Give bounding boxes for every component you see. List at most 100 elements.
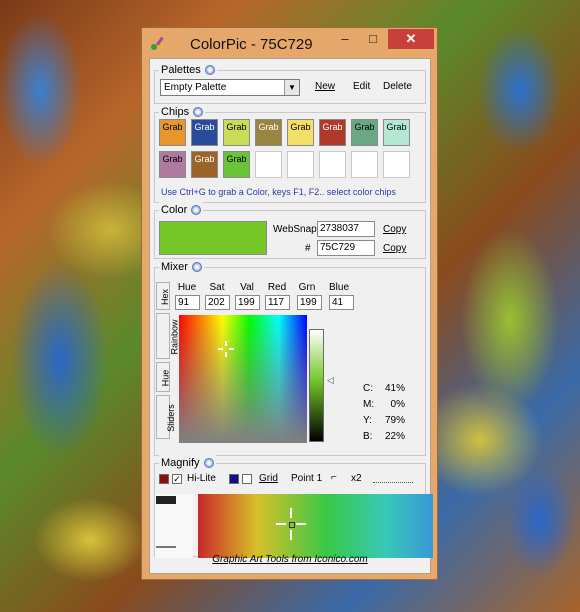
eyedropper-icon bbox=[151, 36, 164, 50]
websnap-label: WebSnap bbox=[273, 224, 317, 235]
empty-color-chip[interactable] bbox=[255, 151, 282, 178]
color-chip[interactable]: Grab bbox=[351, 119, 378, 146]
hue-field[interactable]: 91 bbox=[175, 295, 200, 310]
point-slider-icon[interactable]: ⌐ bbox=[331, 472, 337, 483]
mixer-label: Mixer bbox=[159, 259, 204, 275]
red-header: Red bbox=[267, 282, 287, 293]
client-area: Palettes Empty Palette ▼ New Edit Delete… bbox=[149, 58, 433, 574]
pin-icon[interactable] bbox=[203, 458, 214, 469]
tab-sliders[interactable]: Sliders bbox=[156, 395, 176, 439]
val-field[interactable]: 199 bbox=[235, 295, 260, 310]
color-group: Color WebSnap 2738037 Copy # 75C729 Copy bbox=[154, 202, 426, 259]
hex-field[interactable]: 75C729 bbox=[317, 240, 375, 256]
window-title: ColorPic - 75C729 bbox=[190, 36, 313, 53]
color-chip[interactable]: Grab bbox=[287, 119, 314, 146]
color-chip[interactable]: Grab bbox=[319, 119, 346, 146]
new-palette-button[interactable]: New bbox=[315, 81, 335, 92]
mixer-group: Mixer Hex Rainbow Hue Sliders Hue Sat Va… bbox=[154, 259, 426, 456]
empty-color-chip[interactable] bbox=[383, 151, 410, 178]
magnify-view[interactable] bbox=[198, 494, 433, 558]
blue-header: Blue bbox=[328, 282, 349, 293]
colorpic-window: ColorPic - 75C729 – □ ✕ Palettes Empty P… bbox=[141, 27, 438, 580]
chip-label: Grab bbox=[162, 154, 183, 164]
ruler-mark bbox=[156, 546, 176, 548]
color-chip[interactable]: Grab bbox=[191, 119, 218, 146]
current-color-swatch bbox=[159, 221, 267, 255]
hash-label: # bbox=[305, 243, 311, 254]
magnify-center-pixel bbox=[289, 522, 295, 528]
empty-color-chip[interactable] bbox=[351, 151, 378, 178]
zoom-label: x2 bbox=[351, 473, 362, 484]
grid-color-swatch[interactable] bbox=[229, 474, 239, 484]
close-button[interactable]: ✕ bbox=[388, 29, 434, 49]
chips-label: Chips bbox=[159, 104, 206, 120]
red-field[interactable]: 117 bbox=[265, 295, 290, 310]
empty-color-chip[interactable] bbox=[319, 151, 346, 178]
chips-group: Chips Grab Grab Grab Grab Grab Grab Grab Grab Gr… bbox=[154, 104, 426, 203]
cmyk-b: B: 22% bbox=[363, 431, 405, 442]
value-slider[interactable] bbox=[309, 329, 324, 442]
magnify-label: Magnify bbox=[159, 455, 216, 471]
tab-hex[interactable]: Hex bbox=[156, 282, 170, 310]
tab-rainbow[interactable]: Rainbow bbox=[156, 313, 180, 359]
palette-select[interactable]: Empty Palette ▼ bbox=[160, 79, 300, 96]
chip-label: Grab bbox=[322, 122, 343, 132]
color-chip[interactable]: Grab bbox=[223, 119, 250, 146]
title-bar[interactable]: ColorPic - 75C729 – □ ✕ bbox=[142, 28, 437, 58]
pin-icon[interactable] bbox=[191, 205, 202, 216]
color-chip[interactable]: Grab bbox=[159, 119, 186, 146]
footer-link[interactable]: Graphic Art Tools from Iconico.com bbox=[150, 554, 430, 565]
cmyk-y: Y: 79% bbox=[363, 415, 405, 426]
grid-checkbox[interactable] bbox=[242, 474, 252, 484]
maximize-button[interactable]: □ bbox=[360, 29, 386, 49]
color-label: Color bbox=[159, 202, 204, 218]
color-chip[interactable]: Grab bbox=[159, 151, 186, 178]
pin-icon[interactable] bbox=[204, 65, 215, 76]
zoom-slider[interactable] bbox=[373, 474, 413, 483]
color-chip[interactable]: Grab bbox=[383, 119, 410, 146]
crosshair bbox=[290, 508, 292, 518]
grid-label: Grid bbox=[259, 473, 278, 484]
chip-label: Grab bbox=[194, 122, 215, 132]
chip-label: Grab bbox=[290, 122, 311, 132]
copy-websnap-button[interactable]: Copy bbox=[383, 224, 406, 235]
rainbow-color-field[interactable] bbox=[179, 315, 307, 443]
hue-header: Hue bbox=[177, 282, 197, 293]
hilite-label: Hi-Lite bbox=[187, 473, 216, 484]
pin-icon[interactable] bbox=[193, 107, 204, 118]
crosshair bbox=[225, 352, 227, 357]
sat-field[interactable]: 202 bbox=[205, 295, 230, 310]
val-header: Val bbox=[240, 282, 254, 293]
crosshair bbox=[276, 523, 286, 525]
chip-label: Grab bbox=[162, 122, 183, 132]
hilite-color-swatch[interactable] bbox=[159, 474, 169, 484]
delete-palette-button[interactable]: Delete bbox=[383, 81, 412, 92]
sat-header: Sat bbox=[209, 282, 225, 293]
ruler-mark bbox=[156, 496, 176, 504]
chip-label: Grab bbox=[226, 122, 247, 132]
copy-hex-button[interactable]: Copy bbox=[383, 243, 406, 254]
minimize-button[interactable]: – bbox=[332, 29, 358, 49]
color-chip[interactable]: Grab bbox=[255, 119, 282, 146]
chip-label: Grab bbox=[258, 122, 279, 132]
color-chip[interactable]: Grab bbox=[191, 151, 218, 178]
chip-label: Grab bbox=[194, 154, 215, 164]
slider-handle-icon[interactable]: ◁ bbox=[327, 375, 334, 386]
palettes-label: Palettes bbox=[159, 62, 217, 78]
chip-label: Grab bbox=[226, 154, 247, 164]
grn-field[interactable]: 199 bbox=[297, 295, 322, 310]
blue-field[interactable]: 41 bbox=[329, 295, 354, 310]
chip-label: Grab bbox=[354, 122, 375, 132]
color-chip[interactable]: Grab bbox=[223, 151, 250, 178]
palette-select-value: Empty Palette bbox=[164, 82, 227, 93]
crosshair bbox=[218, 348, 223, 350]
empty-color-chip[interactable] bbox=[287, 151, 314, 178]
tab-hue[interactable]: Hue bbox=[156, 362, 170, 392]
crosshair bbox=[296, 523, 306, 525]
pin-icon[interactable] bbox=[191, 262, 202, 273]
edit-palette-button[interactable]: Edit bbox=[353, 81, 370, 92]
magnify-left-strip bbox=[155, 494, 193, 558]
chevron-down-icon[interactable]: ▼ bbox=[284, 80, 299, 95]
websnap-field[interactable]: 2738037 bbox=[317, 221, 375, 237]
hilite-checkbox[interactable]: ✓ bbox=[172, 474, 182, 484]
